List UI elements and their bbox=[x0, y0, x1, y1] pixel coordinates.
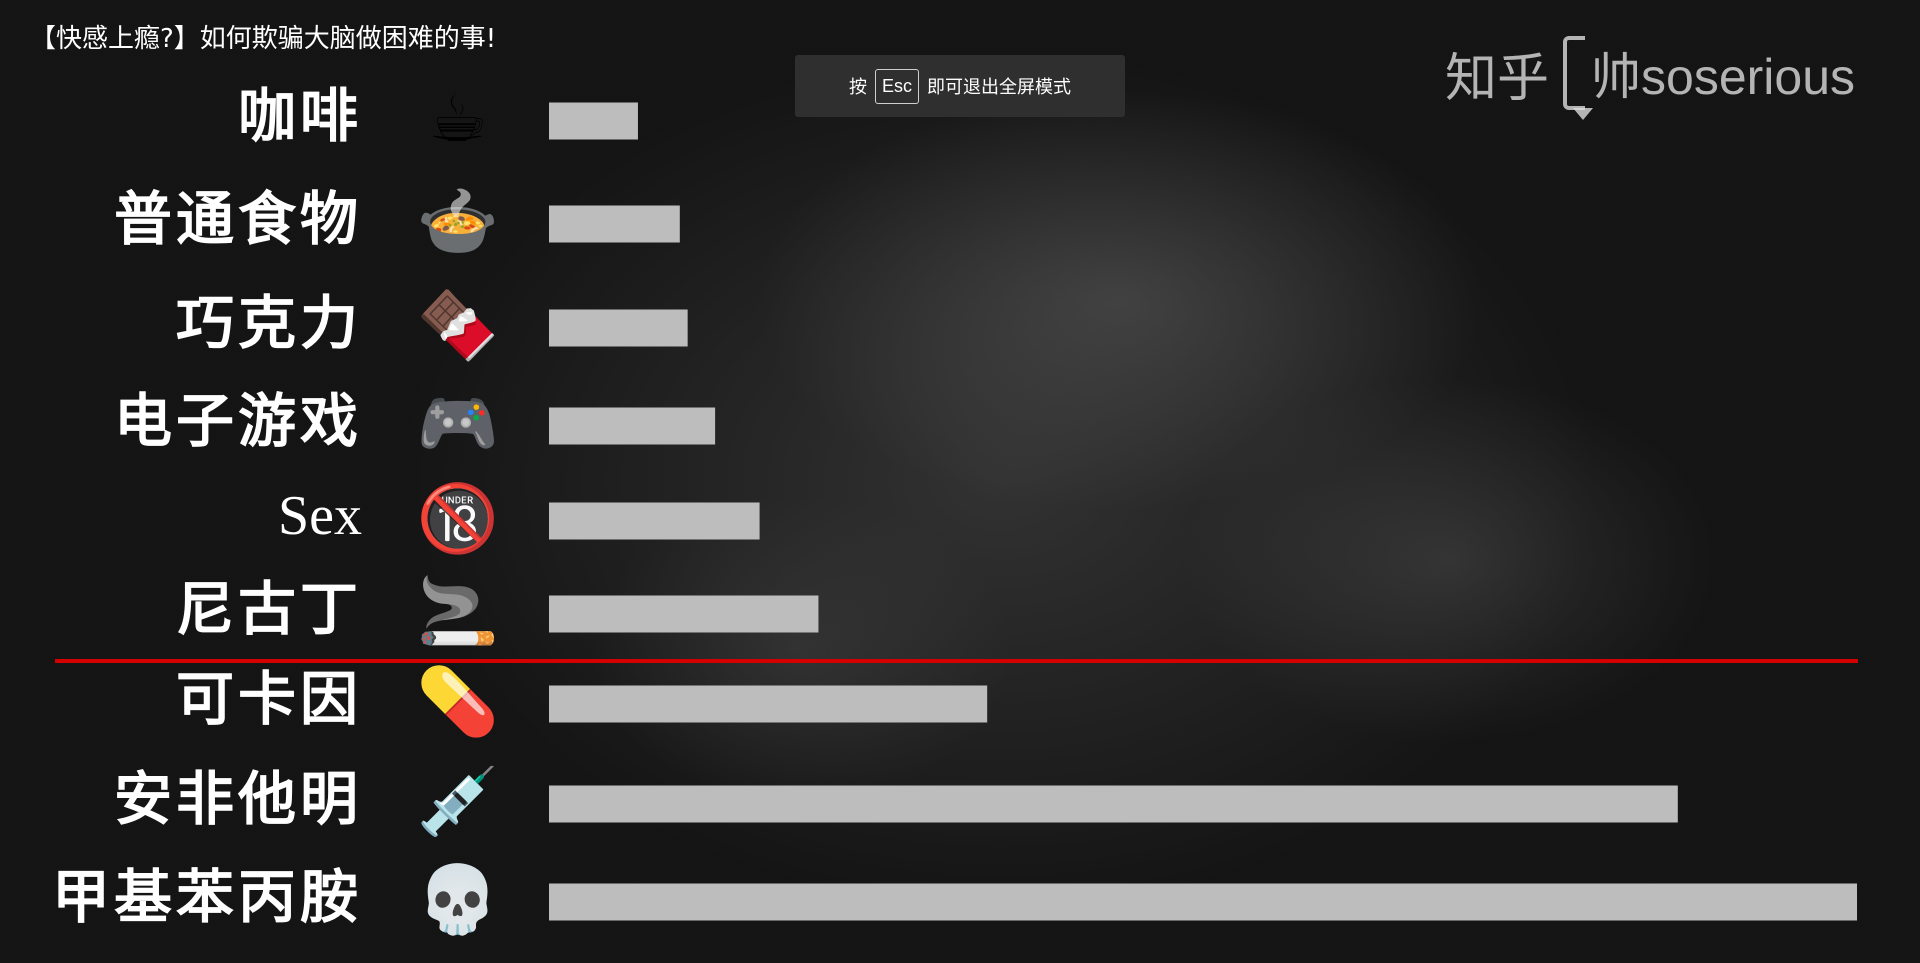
category-label: Sex bbox=[278, 485, 362, 547]
cigarette-icon: 🚬 bbox=[417, 573, 499, 650]
no-one-under-eighteen-icon: 🔞 bbox=[417, 480, 499, 557]
bar bbox=[549, 502, 760, 540]
skull-icon: 💀 bbox=[417, 861, 499, 938]
bar bbox=[549, 205, 680, 243]
hot-beverage-icon: ☕ bbox=[428, 80, 487, 157]
bar bbox=[549, 407, 716, 445]
game-controller-icon: 🎮 bbox=[417, 385, 499, 462]
category-label: 电子游戏 bbox=[114, 387, 362, 455]
bar bbox=[549, 102, 638, 140]
category-label: 巧克力 bbox=[176, 289, 362, 357]
category-label: 尼古丁 bbox=[176, 575, 362, 643]
category-label: 普通食物 bbox=[114, 185, 362, 253]
bar bbox=[549, 883, 1857, 921]
bar bbox=[549, 785, 1678, 823]
syringe-icon: 💉 bbox=[417, 763, 499, 840]
bar bbox=[549, 685, 988, 723]
bar bbox=[549, 309, 688, 347]
category-label: 甲基苯丙胺 bbox=[52, 863, 362, 931]
category-label: 安非他明 bbox=[114, 765, 362, 833]
pill-icon: 💊 bbox=[417, 662, 499, 741]
bowl-icon: 🍲 bbox=[417, 183, 499, 260]
category-label: 可卡因 bbox=[176, 665, 362, 733]
bar bbox=[549, 595, 819, 633]
chocolate-bar-icon: 🍫 bbox=[417, 287, 499, 364]
addiction-bar-chart: 咖啡 ☕ 普通食物 🍲 巧克力 🍫 电子游戏 🎮 Sex 🔞 尼古丁 🚬 可卡因 💊 安非他明 💉 甲基苯丙胺 💀 bbox=[52, 80, 1858, 938]
category-label: 咖啡 bbox=[238, 82, 362, 150]
